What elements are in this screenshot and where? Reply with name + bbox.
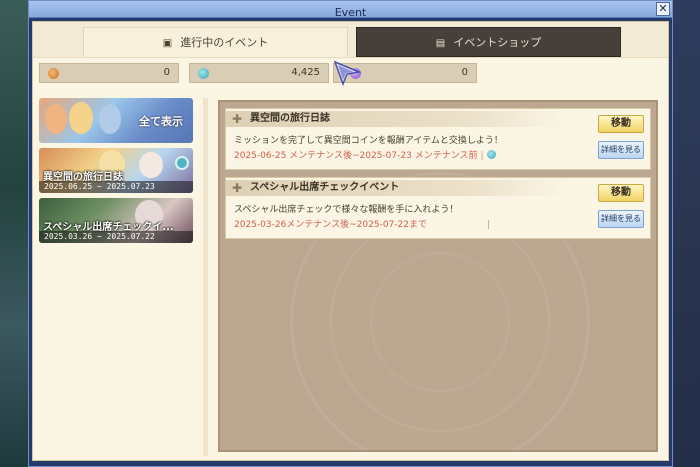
character-art — [99, 104, 121, 134]
currency-value: 0 — [163, 67, 170, 78]
currency-cyan: 4,425 — [189, 63, 329, 83]
background-right — [670, 0, 700, 467]
banner-dates: 2025.03.26 ~ 2025.07.22 — [39, 231, 193, 243]
show-all-label: 全て表示 — [139, 115, 183, 128]
event-card: ✚ 異空間の旅行日誌 ミッションを完了して異空間コインを報酬アイテムと交換しよう… — [225, 108, 651, 170]
panel-divider — [203, 98, 208, 456]
event-period-row: 2025-03-26メンテナンス後~2025-07-22まで | — [234, 217, 490, 230]
background-left — [0, 0, 28, 467]
character-art — [139, 152, 163, 178]
event-name: 異空間の旅行日誌 — [250, 113, 330, 124]
window-title: Event — [334, 6, 367, 19]
separator: | — [480, 151, 484, 161]
event-list: ✚ 異空間の旅行日誌 ミッションを完了して異空間コインを報酬アイテムと交換しよう… — [218, 100, 658, 452]
plus-icon: ✚ — [232, 112, 243, 126]
tab-label: イベントショップ — [453, 36, 542, 49]
plus-icon: ✚ — [232, 181, 243, 195]
separator: | — [486, 220, 491, 230]
details-button[interactable]: 詳細を見る — [598, 210, 644, 228]
event-window: Event ✕ ▣ 進行中のイベント ▤ イベントショップ 0 4,425 0 — [28, 0, 673, 467]
currency-orange: 0 — [39, 63, 179, 83]
currency-value: 4,425 — [291, 67, 320, 78]
event-description: スペシャル出席チェックで様々な報酬を手に入れよう！ — [234, 205, 459, 215]
event-description: ミッションを完了して異空間コインを報酬アイテムと交換しよう！ — [234, 136, 503, 146]
tab-label: 進行中のイベント — [180, 36, 269, 49]
close-button[interactable]: ✕ — [656, 2, 670, 16]
tab-ongoing-events[interactable]: ▣ 進行中のイベント — [83, 27, 348, 57]
tab-event-shop[interactable]: ▤ イベントショップ — [356, 27, 621, 57]
banner-travel-journal[interactable]: 異空間の旅行日誌 2025.06.25 ~ 2025.07.23 — [39, 148, 193, 193]
event-frame: ▣ 進行中のイベント ▤ イベントショップ 0 4,425 0 全て表示 異空間… — [32, 21, 669, 461]
show-all-banner[interactable]: 全て表示 — [39, 98, 193, 143]
move-button[interactable]: 移動 — [598, 184, 644, 202]
move-button[interactable]: 移動 — [598, 115, 644, 133]
cyan-coin-icon — [486, 150, 496, 159]
banner-dates: 2025.06.25 ~ 2025.07.23 — [39, 181, 193, 193]
cyan-coin-icon — [175, 156, 189, 170]
event-card-header: ✚ 異空間の旅行日誌 — [226, 111, 566, 127]
main-panel: 0 4,425 0 全て表示 異空間の旅行日誌 2025.06.25 ~ 202… — [33, 57, 668, 460]
event-card: ✚ スペシャル出席チェックイベント スペシャル出席チェックで様々な報酬を手に入れ… — [225, 177, 651, 239]
event-period-row: 2025-06-25 メンテナンス後~2025-07-23 メンテナンス前 | — [234, 148, 496, 161]
event-name: スペシャル出席チェックイベント — [250, 182, 400, 193]
cyan-coin-icon — [198, 68, 209, 79]
mouse-cursor-icon — [333, 60, 362, 86]
background-emblem — [370, 252, 510, 392]
details-button[interactable]: 詳細を見る — [598, 141, 644, 159]
event-period: 2025-06-25 メンテナンス後~2025-07-23 メンテナンス前 — [234, 151, 478, 161]
character-art — [69, 102, 93, 134]
home-icon: ▣ — [162, 38, 173, 49]
character-art — [45, 104, 67, 134]
banner-special-attendance[interactable]: スペシャル出席チェックイ... 2025.03.26 ~ 2025.07.22 — [39, 198, 193, 243]
event-card-header: ✚ スペシャル出席チェックイベント — [226, 180, 566, 196]
orange-coin-icon — [48, 68, 59, 79]
window-titlebar[interactable]: Event ✕ — [29, 1, 672, 19]
event-period: 2025-03-26メンテナンス後~2025-07-22まで — [234, 220, 427, 230]
shop-icon: ▤ — [435, 38, 446, 49]
currency-value: 0 — [461, 67, 468, 78]
event-sidebar: 全て表示 異空間の旅行日誌 2025.06.25 ~ 2025.07.23 スペ… — [39, 98, 195, 248]
